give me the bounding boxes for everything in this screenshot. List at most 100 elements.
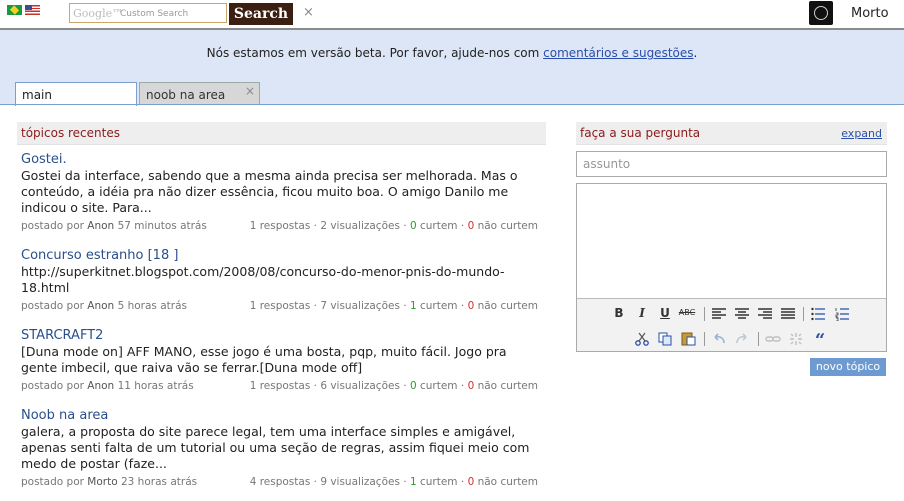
close-tab-icon[interactable]: ×: [245, 84, 255, 98]
posted-by-label: postado por: [21, 380, 84, 392]
username[interactable]: Morto: [851, 6, 889, 21]
tab-noob-label: noob na area: [146, 88, 226, 102]
rich-text-editor: B I U ABC “: [576, 183, 887, 352]
align-center-icon[interactable]: [735, 308, 749, 320]
dislike-count: 0: [467, 476, 475, 488]
us-flag-icon[interactable]: [25, 5, 40, 15]
cut-icon[interactable]: [635, 332, 649, 346]
tab-divider: [0, 104, 904, 105]
topic-author-info: postado por Anon 57 minutos atrás: [21, 220, 207, 232]
topic-title-link[interactable]: Concurso estranho [18 ]: [21, 248, 546, 263]
like-count: 0: [409, 220, 417, 232]
topic-item: STARCRAFT2 [Duna mode on] AFF MANO, esse …: [21, 328, 546, 394]
like-count: 0: [409, 380, 417, 392]
copy-icon[interactable]: [658, 332, 672, 346]
topic-stats: 1 respostas · 6 visualizações · 0 curtem…: [250, 380, 538, 392]
posted-by-label: postado por: [21, 300, 84, 312]
posted-by-label: postado por: [21, 476, 84, 488]
editor-toolbar: B I U ABC “: [577, 299, 886, 351]
close-icon[interactable]: ×: [303, 5, 314, 20]
topic-excerpt: [Duna mode on] AFF MANO, esse jogo é uma…: [21, 344, 507, 375]
dislike-count: 0: [467, 300, 475, 312]
numbered-list-icon[interactable]: [835, 307, 849, 321]
ask-header: faça a sua pergunta expand: [576, 122, 887, 145]
tab-noob-na-area[interactable]: noob na area ×: [139, 82, 260, 105]
like-label: curtem ·: [419, 476, 465, 488]
search-placeholder: Custom Search: [120, 9, 189, 19]
search-button[interactable]: Search: [229, 3, 293, 25]
like-label: curtem ·: [419, 220, 465, 232]
topic-item: Noob na area galera, a proposta do site p…: [21, 408, 546, 490]
undo-icon[interactable]: [712, 333, 726, 345]
beta-text: Nós estamos em versão beta. Por favor, a…: [0, 46, 904, 60]
dislike-label: não curtem: [477, 220, 538, 232]
topic-author[interactable]: Anon: [87, 300, 114, 312]
tab-main-label: main: [22, 88, 52, 102]
dislike-label: não curtem: [477, 300, 538, 312]
tab-main[interactable]: main: [15, 82, 137, 106]
recent-topics-header: tópicos recentes: [17, 122, 546, 145]
brazil-flag-icon[interactable]: [7, 5, 22, 15]
redo-icon[interactable]: [735, 333, 749, 345]
recent-topics-title: tópicos recentes: [21, 126, 120, 140]
topic-meta: postado por Anon 5 horas atrás 1 resposta…: [21, 300, 546, 314]
bullet-list-icon[interactable]: [811, 307, 825, 321]
dislike-count: 0: [467, 380, 475, 392]
justify-icon[interactable]: [781, 308, 795, 320]
beta-end: .: [693, 46, 698, 60]
topic-meta: postado por Anon 11 horas atrás 1 respost…: [21, 380, 546, 394]
search-logo: Google™: [73, 7, 124, 20]
topic-counts: 1 respostas · 2 visualizações ·: [249, 220, 407, 232]
topic-time: 57 minutos atrás: [117, 220, 207, 232]
topic-item: Concurso estranho [18 ] http://superkitne…: [21, 248, 546, 314]
topic-time: 11 horas atrás: [117, 380, 194, 392]
expand-link[interactable]: expand: [841, 127, 882, 140]
italic-icon[interactable]: I: [633, 306, 651, 320]
bold-icon[interactable]: B: [610, 306, 628, 320]
toolbar-separator: [704, 307, 705, 321]
unlink-icon[interactable]: [788, 331, 804, 347]
search-input[interactable]: Google™ Custom Search: [69, 3, 227, 23]
posted-by-label: postado por: [21, 220, 84, 232]
toolbar-separator: [758, 332, 759, 346]
paste-icon[interactable]: [681, 331, 696, 346]
align-right-icon[interactable]: [758, 308, 772, 320]
quote-icon[interactable]: “: [811, 330, 829, 351]
dislike-label: não curtem: [477, 476, 538, 488]
editor-text-area[interactable]: [577, 184, 886, 299]
topic-title-link[interactable]: Gostei.: [21, 152, 546, 167]
topic-meta: postado por Anon 57 minutos atrás 1 respo…: [21, 220, 546, 234]
strikethrough-icon[interactable]: ABC: [678, 308, 696, 317]
subject-input[interactable]: assunto: [576, 151, 887, 177]
beta-message: Nós estamos em versão beta. Por favor, a…: [206, 46, 544, 60]
avatar[interactable]: [809, 1, 833, 25]
topic-counts: 1 respostas · 6 visualizações ·: [249, 380, 407, 392]
topic-excerpt: galera, a proposta do site parece legal,…: [21, 424, 530, 471]
topic-excerpt: Gostei da interface, sabendo que a mesma…: [21, 168, 518, 215]
topic-excerpt: http://superkitnet.blogspot.com/2008/08/…: [21, 264, 505, 295]
feedback-link[interactable]: comentários e sugestões: [543, 46, 693, 60]
new-topic-button[interactable]: novo tópico: [810, 358, 886, 376]
topic-title-link[interactable]: STARCRAFT2: [21, 328, 546, 343]
topic-counts: 4 respostas · 9 visualizações ·: [249, 476, 407, 488]
like-label: curtem ·: [419, 380, 465, 392]
topic-time: 5 horas atrás: [117, 300, 187, 312]
link-icon[interactable]: [765, 334, 781, 344]
topic-author-info: postado por Morto 23 horas atrás: [21, 476, 197, 488]
topic-author[interactable]: Morto: [87, 476, 117, 488]
ask-title: faça a sua pergunta: [580, 126, 701, 140]
topic-stats: 4 respostas · 9 visualizações · 1 curtem…: [250, 476, 538, 488]
like-label: curtem ·: [419, 300, 465, 312]
topic-time: 23 horas atrás: [120, 476, 198, 488]
topic-item: Gostei. Gostei da interface, sabendo que …: [21, 152, 546, 234]
toolbar-separator: [803, 307, 804, 321]
topic-author[interactable]: Anon: [87, 380, 114, 392]
underline-icon[interactable]: U: [656, 306, 674, 320]
topic-counts: 1 respostas · 7 visualizações ·: [249, 300, 407, 312]
topic-stats: 1 respostas · 2 visualizações · 0 curtem…: [250, 220, 538, 232]
top-bar: Google™ Custom Search Search × Morto: [0, 0, 904, 30]
topic-author[interactable]: Anon: [87, 220, 114, 232]
topic-title-link[interactable]: Noob na area: [21, 408, 546, 423]
align-left-icon[interactable]: [712, 308, 726, 320]
like-count: 1: [409, 300, 417, 312]
